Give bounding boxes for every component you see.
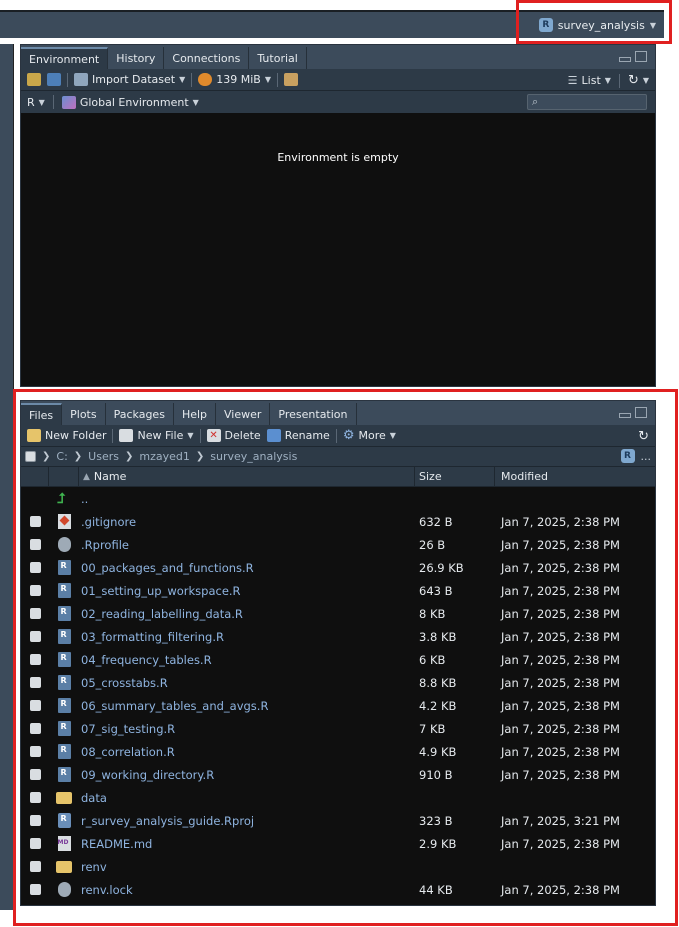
chevron-down-icon: ▼ [192,97,199,107]
chevron-down-icon: ▼ [264,75,271,84]
highlight-project-menu [516,0,672,44]
memory-usage-button[interactable]: 139 MiB ▼ [198,73,271,86]
scope-label: Global Environment [79,95,189,109]
search-icon: ⌕ [532,95,539,108]
highlight-files-pane [13,389,678,926]
import-dataset-button[interactable]: Import Dataset ▼ [74,73,185,86]
refresh-button[interactable]: ↻ ▼ [628,73,649,88]
minimize-icon[interactable] [619,57,631,62]
tab-connections[interactable]: Connections [164,47,250,69]
separator [277,72,278,87]
view-mode-button[interactable]: ☰ List ▼ [568,74,611,87]
environment-search-input[interactable]: ⌕ [527,94,647,110]
env-scope-bar: R ▼ Global Environment ▼ ⌕ [21,91,655,113]
environment-icon [61,95,76,109]
memory-label: 139 MiB [216,73,261,86]
broom-icon[interactable] [284,73,298,86]
chevron-down-icon: ▼ [179,75,186,84]
tab-history[interactable]: History [108,47,165,69]
memory-pie-icon [198,73,213,86]
separator [67,72,68,87]
environment-empty-message: Environment is empty [277,151,399,164]
refresh-icon: ↻ [627,73,639,88]
language-select[interactable]: R ▼ [27,96,45,109]
load-workspace-icon[interactable] [27,73,41,86]
maximize-icon[interactable] [635,51,647,62]
save-icon[interactable] [47,73,61,86]
separator [52,95,54,109]
view-mode-label: List [581,74,601,87]
list-icon: ☰ [567,74,578,87]
tab-environment[interactable]: Environment [21,47,109,69]
import-dataset-label: Import Dataset [92,73,176,86]
env-toolbar: Import Dataset ▼ 139 MiB ▼ ☰ List ▼ ↻ ▼ [21,69,655,91]
chevron-down-icon: ▼ [604,76,611,85]
environment-pane: Environment History Connections Tutorial… [20,44,656,387]
separator [618,73,620,88]
separator [191,72,193,87]
left-pane-edge [0,44,14,910]
language-label: R [27,95,35,109]
scope-select[interactable]: Global Environment ▼ [61,95,199,109]
chevron-down-icon: ▼ [642,76,649,85]
chevron-down-icon: ▼ [38,97,45,107]
tab-tutorial[interactable]: Tutorial [249,47,307,69]
table-icon [74,73,88,86]
env-tabbar: Environment History Connections Tutorial [21,45,655,69]
